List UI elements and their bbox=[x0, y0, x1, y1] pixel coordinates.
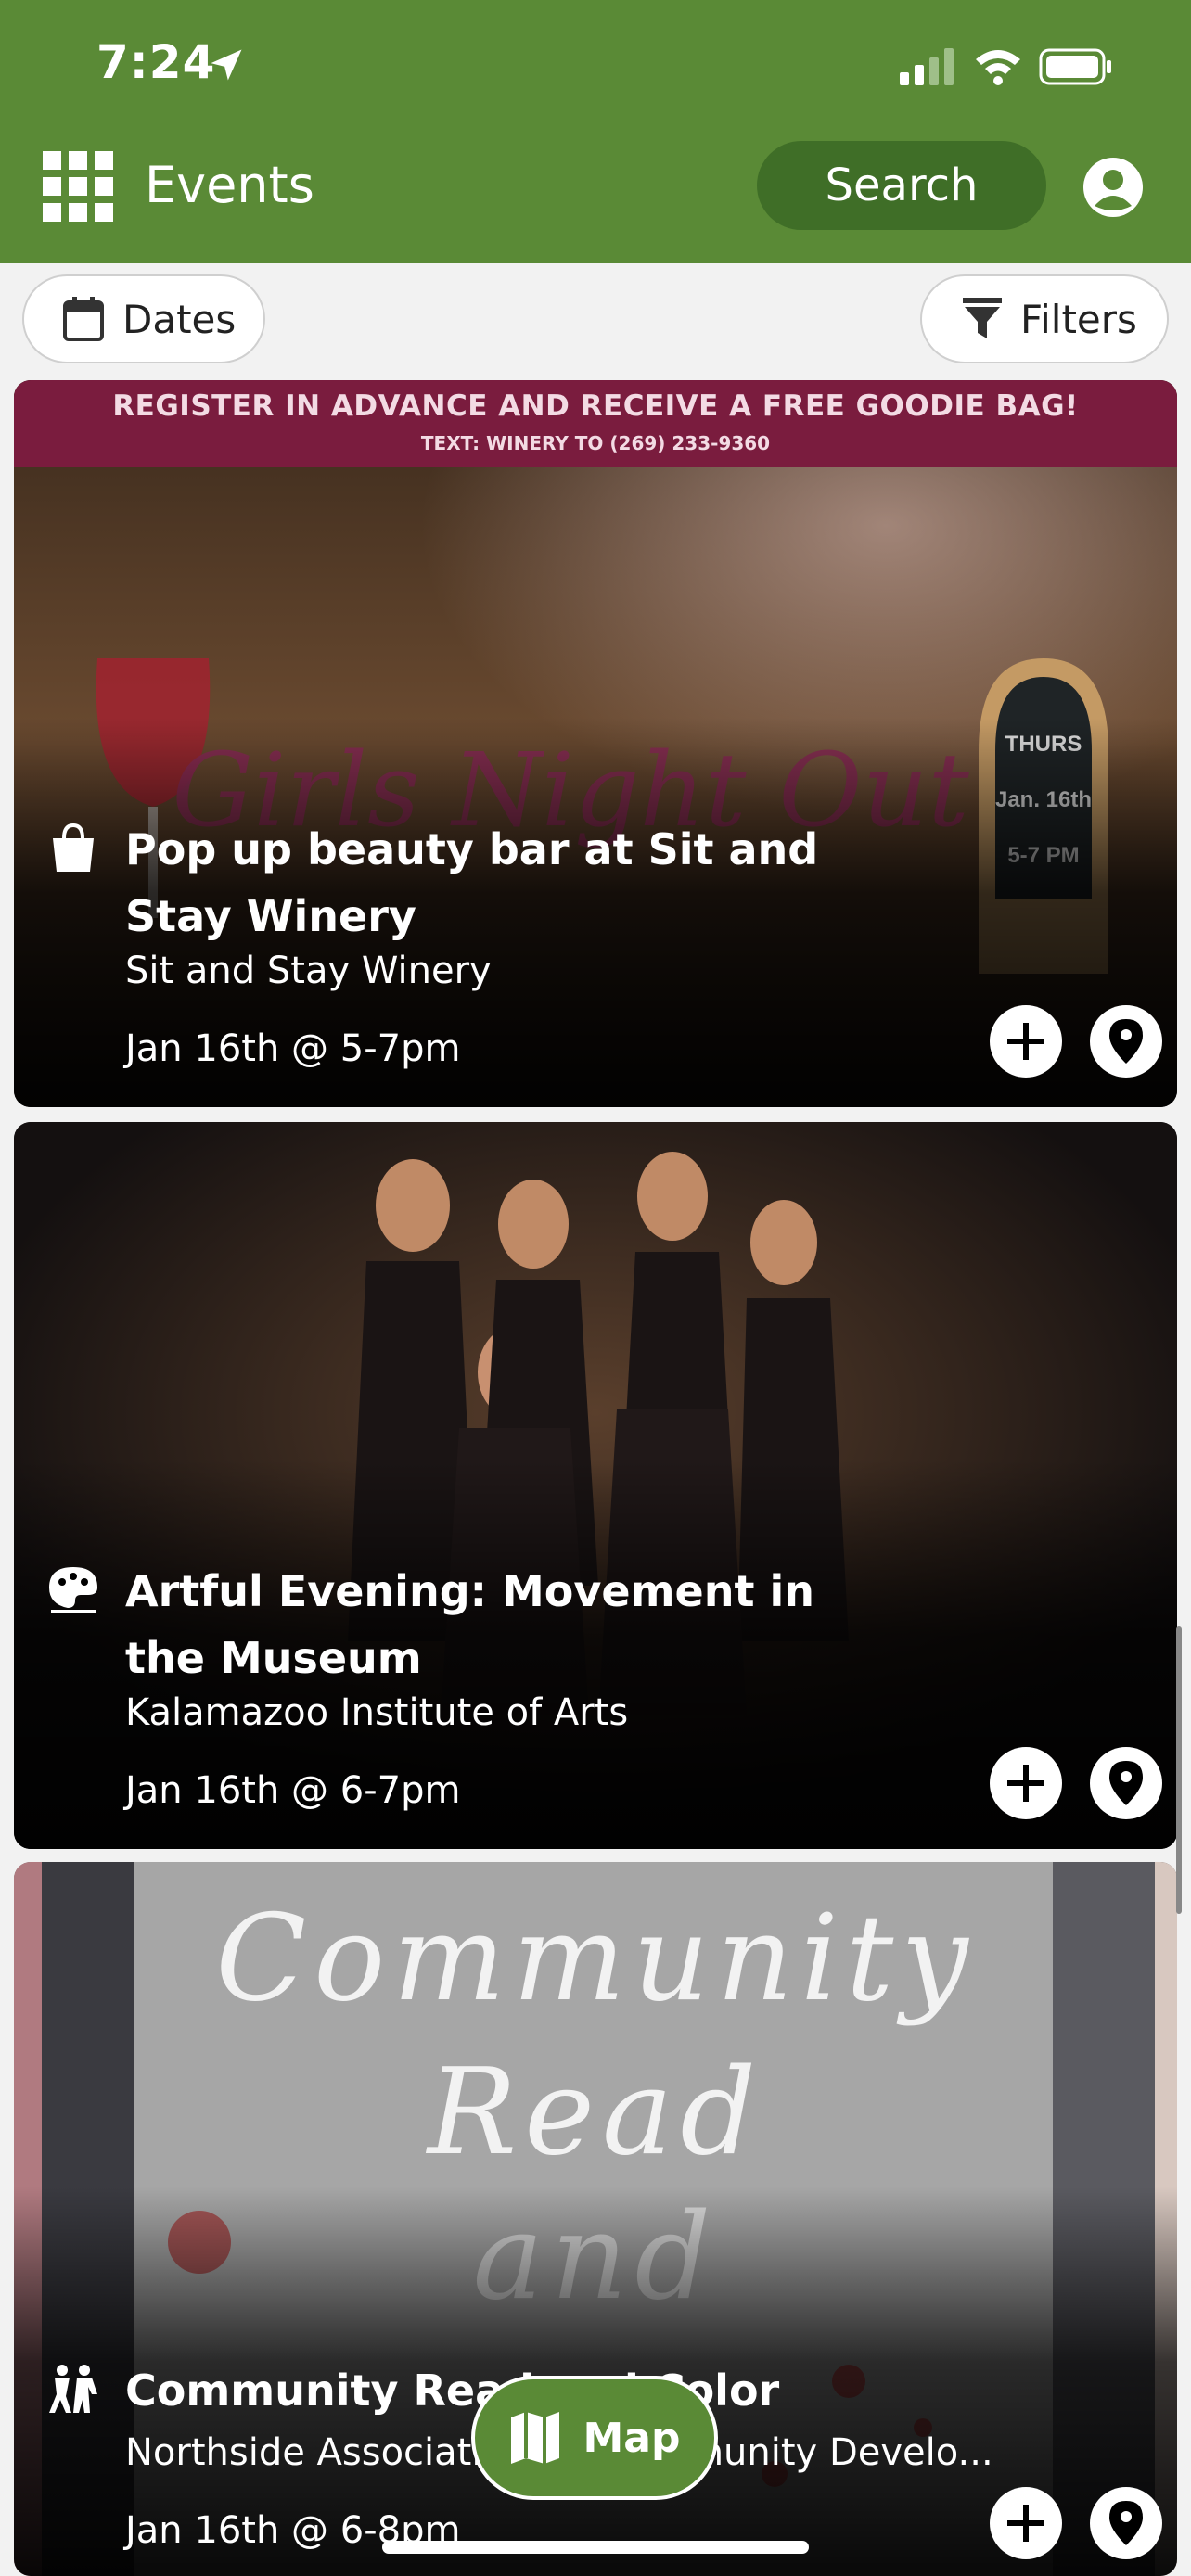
map-button[interactable]: Map bbox=[471, 2376, 718, 2500]
apps-grid-icon[interactable] bbox=[43, 151, 113, 222]
banner-subtext: TEXT: WINERY TO (269) 233-9360 bbox=[420, 432, 771, 454]
wifi-icon bbox=[976, 50, 1020, 85]
page-title: Events bbox=[145, 156, 314, 214]
plus-icon bbox=[1007, 1765, 1044, 1802]
event-title: Pop up beauty bar at Sit and Stay Winery bbox=[125, 824, 819, 941]
battery-icon bbox=[1039, 48, 1111, 85]
map-pin-icon bbox=[1109, 1019, 1143, 1064]
map-pin-icon bbox=[1109, 2501, 1143, 2545]
event-venue: Sit and Stay Winery bbox=[125, 950, 492, 992]
search-button[interactable]: Search bbox=[757, 141, 1046, 230]
event-title: Artful Evening: Movement in the Museum bbox=[125, 1566, 814, 1683]
event-card[interactable]: THURS Jan. 16th 5-7 PM Girls Night Out R… bbox=[14, 380, 1177, 1107]
filter-funnel-icon bbox=[963, 298, 1002, 338]
plus-icon bbox=[1007, 2505, 1044, 2542]
status-time: 7:24 bbox=[96, 35, 216, 89]
filter-toolbar: Dates Filters bbox=[0, 263, 1191, 376]
poster-text-line: Read bbox=[427, 2044, 764, 2182]
calendar-icon bbox=[63, 297, 104, 341]
add-to-calendar-button[interactable] bbox=[990, 1005, 1062, 1078]
scrollbar[interactable] bbox=[1176, 1626, 1182, 1914]
home-indicator bbox=[382, 2541, 809, 2554]
poster-text-line: Community bbox=[215, 1890, 976, 2028]
cellular-signal-icon bbox=[900, 48, 954, 85]
add-to-calendar-button[interactable] bbox=[990, 2487, 1062, 2559]
shopping-bag-icon bbox=[53, 823, 94, 872]
event-date: Jan 16th @ 5-7pm bbox=[125, 1027, 461, 1070]
add-to-calendar-button[interactable] bbox=[990, 1747, 1062, 1819]
account-avatar-icon[interactable] bbox=[1083, 158, 1143, 217]
app-header: 7:24 Events Search bbox=[0, 0, 1191, 263]
promo-banner: REGISTER IN ADVANCE AND RECEIVE A FREE G… bbox=[14, 380, 1177, 467]
event-card[interactable]: Artful Evening: Movement in the Museum K… bbox=[14, 1122, 1177, 1849]
event-date: Jan 16th @ 6-7pm bbox=[125, 1769, 461, 1812]
map-pin-icon bbox=[1109, 1761, 1143, 1805]
map-label: Map bbox=[583, 2414, 681, 2462]
filters-button[interactable]: Filters bbox=[920, 274, 1169, 363]
dates-button[interactable]: Dates bbox=[22, 274, 265, 363]
location-arrow-icon bbox=[211, 49, 242, 81]
banner-headline: REGISTER IN ADVANCE AND RECEIVE A FREE G… bbox=[112, 389, 1079, 423]
show-location-button[interactable] bbox=[1090, 2487, 1162, 2559]
people-dancing-icon bbox=[49, 2365, 97, 2413]
palette-icon bbox=[49, 1567, 97, 1613]
show-location-button[interactable] bbox=[1090, 1005, 1162, 1078]
show-location-button[interactable] bbox=[1090, 1747, 1162, 1819]
filters-label: Filters bbox=[1020, 296, 1137, 342]
plus-icon bbox=[1007, 1023, 1044, 1060]
dates-label: Dates bbox=[122, 296, 237, 342]
folded-map-icon bbox=[510, 2412, 559, 2464]
event-venue: Kalamazoo Institute of Arts bbox=[125, 1691, 629, 1734]
